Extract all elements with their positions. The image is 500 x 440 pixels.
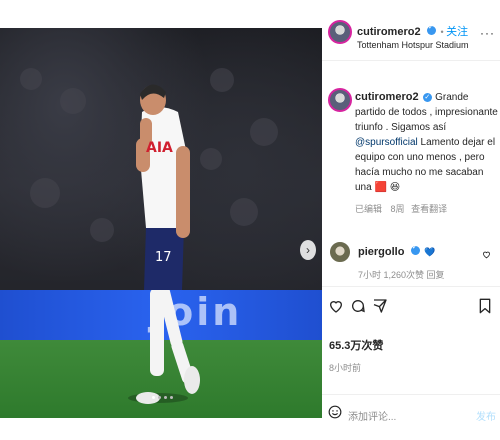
comment-bubble-icon[interactable] (350, 298, 366, 319)
author-username[interactable]: cutiromero2 (357, 26, 421, 38)
player-figure (128, 84, 200, 404)
header-divider (322, 60, 500, 61)
actions-divider (322, 286, 500, 287)
like-heart-icon[interactable] (328, 298, 344, 319)
carousel-dots (152, 396, 173, 399)
more-options-icon[interactable]: ··· (480, 26, 495, 40)
comment-like-heart-icon[interactable] (482, 246, 491, 264)
verified-badge-icon (423, 90, 433, 105)
emoji-smiley-icon[interactable] (328, 405, 342, 424)
post-location[interactable]: Tottenham Hotspur Stadium (357, 40, 469, 50)
carousel-dot (170, 396, 173, 399)
comment-row: piergollo 💙 (358, 242, 436, 260)
post-side-panel: cutiromero2 • 关注 Tottenham Hotspur Stadi… (322, 0, 500, 440)
mention-link[interactable]: @spursofficial (355, 137, 418, 148)
verified-badge-icon (427, 23, 437, 36)
laughing-emoji: 😆 (389, 182, 401, 193)
blue-heart-emoji: 💙 (424, 247, 436, 257)
caption-meta: 已编辑 8周 查看翻译 (355, 202, 447, 215)
author-avatar[interactable] (328, 20, 352, 44)
comment-meta: 7小时 1,260次赞 回复 (358, 270, 445, 280)
carousel-dot (158, 396, 161, 399)
next-photo-button[interactable]: › (300, 240, 316, 260)
post-header: cutiromero2 • 关注 (357, 22, 468, 40)
post-caption: cutiromero2 Grande partido de todos , im… (355, 90, 500, 195)
shorts-number: 17 (155, 250, 172, 265)
comment-box-divider (322, 394, 500, 395)
share-send-icon[interactable] (372, 298, 388, 319)
post-time-ago: 8小时前 (329, 363, 362, 373)
follow-button[interactable]: 关注 (446, 26, 468, 38)
red-card-emoji: 🟥 (374, 182, 387, 193)
save-bookmark-icon[interactable] (478, 298, 492, 319)
like-count[interactable]: 65.3万次赞 (329, 337, 383, 353)
commenter-username[interactable]: piergollo (358, 246, 404, 258)
shirt-sponsor: AIA (146, 140, 173, 156)
carousel-dot (164, 396, 167, 399)
carousel-dot (152, 396, 155, 399)
comment-input[interactable]: 添加评论... (348, 408, 396, 423)
caption-time: 8周 (390, 204, 405, 214)
verified-badge-icon (410, 243, 420, 256)
translate-link[interactable]: 查看翻译 (411, 204, 447, 214)
chevron-right-icon: › (306, 243, 310, 257)
caption-avatar[interactable] (328, 88, 352, 112)
commenter-avatar[interactable] (328, 240, 352, 264)
edited-label: 已编辑 (355, 204, 383, 214)
post-photo[interactable]: Join AIA 17 › (0, 28, 322, 418)
caption-username[interactable]: cutiromero2 (355, 91, 419, 103)
post-comment-button[interactable]: 发布 (476, 408, 496, 423)
